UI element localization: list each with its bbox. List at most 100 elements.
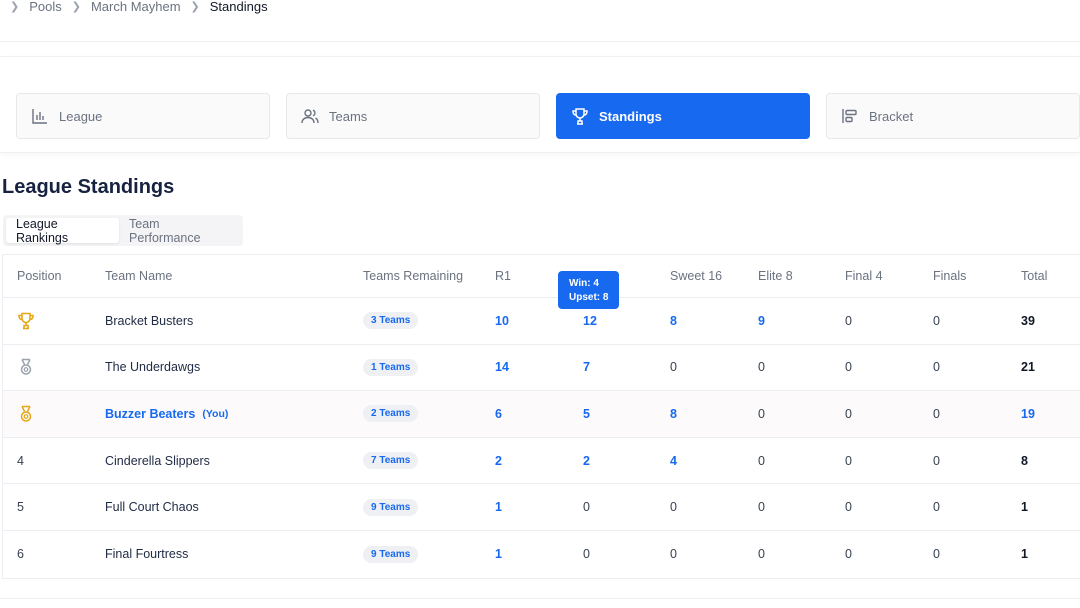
score-total: 1: [1021, 547, 1028, 562]
header-teams-remaining[interactable]: Teams Remaining: [363, 255, 463, 297]
team-name: Final Fourtress: [105, 547, 189, 562]
standings-table: Position Team Name Teams Remaining R1 Sw…: [2, 254, 1080, 579]
score-r2: 0: [583, 547, 590, 562]
team-name: Buzzer Beaters: [105, 406, 196, 421]
breadcrumb-current: Standings: [209, 0, 268, 14]
divider: [0, 41, 1080, 42]
score-r2[interactable]: 5: [583, 391, 590, 437]
score-final4: 0: [845, 453, 852, 468]
table-row[interactable]: The Underdawgs 1 Teams 14 7 0 0 0 0 21: [3, 345, 1080, 392]
score-sweet16[interactable]: 8: [670, 391, 677, 437]
score-r1[interactable]: 14: [495, 345, 509, 391]
chevron-right-icon: ❯: [190, 0, 200, 13]
header-finals[interactable]: Finals: [933, 255, 966, 297]
score-final4: 0: [845, 406, 852, 421]
score-finals: 0: [933, 313, 940, 328]
silver-medal-icon: [17, 345, 35, 391]
table-row[interactable]: Bracket Busters 3 Teams 10 12 8 9 0 0 39: [3, 298, 1080, 345]
nav-card-label: League: [59, 108, 103, 124]
position-number: 6: [17, 547, 24, 562]
bronze-medal-icon: [17, 391, 35, 437]
score-total: 1: [1021, 500, 1028, 515]
chevron-right-icon: ❯: [71, 0, 81, 13]
score-sweet16: 0: [670, 500, 677, 515]
score-r1[interactable]: 1: [495, 484, 502, 530]
teams-remaining-badge: 9 Teams: [363, 545, 419, 563]
position-number: 5: [17, 500, 24, 515]
score-total: 21: [1021, 360, 1035, 375]
tab-league-rankings[interactable]: League Rankings: [6, 217, 120, 245]
table-row[interactable]: 4 Cinderella Slippers 7 Teams 2 2 4 0 0 …: [3, 438, 1080, 485]
table-row-you[interactable]: Buzzer Beaters (You) 2 Teams 6 5 8 0 0 0…: [3, 391, 1080, 438]
score-final4: 0: [845, 500, 852, 515]
page-title: League Standings: [2, 176, 175, 198]
score-sweet16: 0: [670, 360, 677, 375]
header-final4[interactable]: Final 4: [845, 255, 883, 297]
score-finals: 0: [933, 360, 940, 375]
trophy-icon: [571, 107, 589, 125]
score-final4: 0: [845, 313, 852, 328]
score-sweet16[interactable]: 4: [670, 438, 677, 484]
tab-team-performance[interactable]: Team Performance: [119, 217, 240, 245]
bar-chart-icon: [31, 107, 49, 125]
score-total: 19: [1021, 406, 1035, 421]
nav-card-standings[interactable]: Standings: [556, 93, 810, 139]
score-final4: 0: [845, 547, 852, 562]
tooltip-win: Win: 4: [569, 278, 599, 289]
table-row[interactable]: 5 Full Court Chaos 9 Teams 1 0 0 0 0 0 1: [3, 484, 1080, 531]
score-r2[interactable]: 2: [583, 438, 590, 484]
position-number: 4: [17, 453, 24, 468]
score-finals: 0: [933, 547, 940, 562]
score-final4: 0: [845, 360, 852, 375]
score-total: 8: [1021, 453, 1028, 468]
score-r1[interactable]: 6: [495, 391, 502, 437]
teams-remaining-badge: 1 Teams: [363, 358, 419, 376]
header-sweet16[interactable]: Sweet 16: [670, 255, 722, 297]
teams-remaining-badge: 3 Teams: [363, 312, 419, 330]
teams-remaining-badge: 9 Teams: [363, 498, 419, 516]
header-r1[interactable]: R1: [495, 255, 511, 297]
teams-remaining-badge: 7 Teams: [363, 452, 419, 470]
table-row[interactable]: 6 Final Fourtress 9 Teams 1 0 0 0 0 0 1: [3, 531, 1080, 578]
header-position[interactable]: Position: [17, 255, 61, 297]
score-finals: 0: [933, 500, 940, 515]
score-tooltip: Win: 4 Upset: 8: [558, 271, 619, 309]
nav-card-label: Bracket: [869, 108, 914, 124]
standings-subtabs: League Rankings Team Performance: [3, 215, 243, 246]
score-elite8: 0: [758, 406, 765, 421]
score-finals: 0: [933, 406, 940, 421]
team-name: The Underdawgs: [105, 360, 201, 375]
breadcrumb-pool[interactable]: March Mayhem: [91, 0, 181, 14]
section-nav: League Teams Standings Bracket: [0, 56, 1080, 153]
team-name: Bracket Busters: [105, 313, 194, 328]
nav-card-bracket[interactable]: Bracket: [826, 93, 1080, 139]
nav-card-label: Standings: [599, 108, 662, 124]
breadcrumb-pools[interactable]: Pools: [29, 0, 62, 14]
score-elite8: 0: [758, 500, 765, 515]
score-r1[interactable]: 1: [495, 531, 502, 578]
score-elite8: 0: [758, 453, 765, 468]
score-finals: 0: [933, 453, 940, 468]
score-total: 39: [1021, 313, 1035, 328]
chevron-right-icon: ❯: [10, 0, 20, 13]
score-r2[interactable]: 7: [583, 345, 590, 391]
score-r1[interactable]: 10: [495, 298, 509, 344]
teams-remaining-badge: 2 Teams: [363, 405, 419, 423]
header-total[interactable]: Total: [1021, 255, 1047, 297]
you-tag: (You): [202, 407, 229, 420]
users-icon: [301, 107, 319, 125]
score-sweet16: 0: [670, 547, 677, 562]
header-elite8[interactable]: Elite 8: [758, 255, 793, 297]
divider: [0, 598, 1080, 599]
table-header: Position Team Name Teams Remaining R1 Sw…: [3, 255, 1080, 298]
bracket-icon: [841, 107, 859, 125]
score-sweet16[interactable]: 8: [670, 298, 677, 344]
breadcrumb: ❯ Pools ❯ March Mayhem ❯ Standings: [0, 0, 268, 15]
header-team-name[interactable]: Team Name: [105, 255, 172, 297]
nav-card-label: Teams: [329, 108, 368, 124]
score-r1[interactable]: 2: [495, 438, 502, 484]
score-elite8[interactable]: 9: [758, 298, 765, 344]
nav-card-league[interactable]: League: [16, 93, 270, 139]
nav-card-teams[interactable]: Teams: [286, 93, 540, 139]
team-name: Cinderella Slippers: [105, 453, 210, 468]
